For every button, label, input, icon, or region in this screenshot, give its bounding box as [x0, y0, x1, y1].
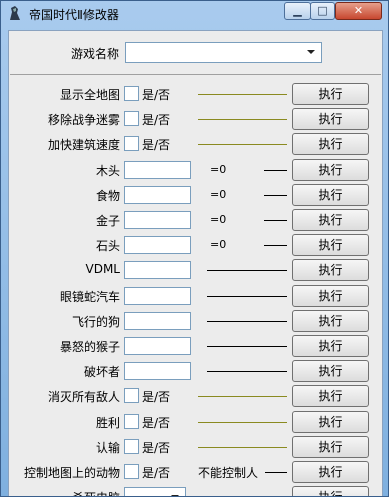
- execute-button[interactable]: 执行: [292, 410, 369, 433]
- separator-line: [207, 346, 287, 347]
- execute-button[interactable]: 执行: [292, 83, 369, 105]
- execute-button[interactable]: 执行: [292, 435, 369, 458]
- separator-line: [264, 245, 287, 247]
- row-label: 飞行的狗: [71, 314, 120, 329]
- checkbox-label: 是/否: [142, 466, 171, 480]
- app-window: 帝国时代Ⅱ修改器 ▁ □ ✕ 游戏名称 显示全地图 是/否 执行 移除战争迷雾 是/否执…: [0, 0, 389, 497]
- row-label: 金子: [95, 214, 120, 228]
- app-icon: [10, 6, 20, 20]
- checkbox-label: 是/否: [142, 113, 171, 128]
- value-input[interactable]: [124, 311, 191, 330]
- row-label: 显示全地图: [59, 88, 120, 102]
- execute-button[interactable]: 执行: [292, 133, 369, 156]
- row-label: 移除战争迷雾: [47, 113, 120, 128]
- row-label: 加快建筑速度: [47, 138, 120, 153]
- execute-button[interactable]: 执行: [292, 158, 369, 181]
- value-readout: =0: [210, 238, 227, 252]
- separator-line: [264, 169, 287, 171]
- execute-button[interactable]: 执行: [292, 360, 369, 383]
- row-label: 石头: [95, 239, 120, 254]
- window-title: 帝国时代Ⅱ修改器: [29, 8, 119, 22]
- value-input[interactable]: [124, 236, 191, 255]
- chevron-down-icon[interactable]: [307, 50, 315, 54]
- value-readout: =0: [210, 213, 227, 226]
- row-label: 木头: [95, 163, 120, 178]
- separator-line: [207, 320, 287, 322]
- execute-button[interactable]: 执行: [292, 183, 369, 206]
- execute-button[interactable]: 执行: [292, 234, 369, 257]
- checkbox[interactable]: [124, 136, 139, 152]
- checkbox-label: 是/否: [142, 88, 171, 102]
- value-input[interactable]: [124, 286, 191, 305]
- row-label: 认输: [95, 440, 120, 455]
- execute-button[interactable]: 执行: [292, 461, 369, 483]
- client-area: 游戏名称 显示全地图 是/否 执行 移除战争迷雾 是/否 执行 加快建筑速度 是/否 执行 木头 =…: [8, 30, 383, 496]
- row-label: 破坏者: [83, 365, 120, 380]
- execute-button[interactable]: 执行: [292, 284, 369, 307]
- row-label: 暴怒的猴子: [59, 340, 120, 354]
- minimize-button[interactable]: ▁: [284, 2, 311, 20]
- row-label: VDML: [85, 262, 121, 277]
- divider: [10, 74, 381, 75]
- game-name-combobox[interactable]: [125, 42, 322, 63]
- row-label: 食物: [95, 188, 120, 203]
- value-input[interactable]: [124, 261, 191, 280]
- value-input[interactable]: [124, 362, 191, 381]
- row-label: 控制地图上的动物: [23, 466, 120, 480]
- checkbox[interactable]: [124, 464, 139, 479]
- checkbox[interactable]: [124, 413, 139, 429]
- separator-line: [265, 472, 287, 473]
- title-bar[interactable]: 帝国时代Ⅱ修改器 ▁ □ ✕: [1, 1, 388, 27]
- row-note: 不能控制人: [198, 466, 259, 480]
- execute-button[interactable]: 执行: [292, 259, 369, 282]
- checkbox-label: 是/否: [142, 138, 171, 153]
- game-name-label: 游戏名称: [70, 47, 119, 61]
- row-label: 杀死电脑: [9, 489, 120, 496]
- row-label: 消灭所有敌人: [47, 390, 120, 405]
- separator-line: [207, 270, 287, 272]
- execute-button[interactable]: 执行: [292, 209, 369, 231]
- separator-line: [264, 220, 287, 221]
- row-label: 眼镜蛇汽车: [59, 289, 120, 304]
- value-input[interactable]: [124, 211, 191, 229]
- checkbox[interactable]: [124, 438, 139, 454]
- execute-button[interactable]: 执行: [292, 335, 369, 357]
- separator-line: [198, 396, 287, 398]
- checkbox-label: 是/否: [142, 440, 171, 455]
- value-readout: =0: [210, 162, 227, 176]
- separator-line: [198, 94, 287, 95]
- row-label: 胜利: [95, 415, 120, 430]
- execute-button[interactable]: 执行: [292, 108, 369, 131]
- separator-line: [207, 295, 287, 297]
- execute-button[interactable]: 执行: [292, 385, 369, 408]
- separator-line: [198, 421, 287, 423]
- checkbox[interactable]: [124, 111, 139, 127]
- value-readout: =0: [210, 187, 227, 201]
- value-input[interactable]: [124, 185, 191, 204]
- value-input[interactable]: [124, 337, 191, 355]
- separator-line: [198, 119, 287, 121]
- value-input[interactable]: [124, 160, 191, 179]
- close-button[interactable]: ✕: [335, 2, 382, 20]
- execute-button[interactable]: 执行: [292, 309, 369, 332]
- separator-line: [198, 446, 287, 448]
- checkbox-label: 是/否: [142, 415, 171, 430]
- separator-line: [207, 371, 287, 373]
- maximize-button[interactable]: □: [310, 2, 335, 20]
- select-dropdown[interactable]: [124, 487, 186, 496]
- checkbox-label: 是/否: [142, 390, 171, 405]
- execute-button[interactable]: 执行: [292, 486, 369, 496]
- checkbox[interactable]: [124, 388, 139, 404]
- separator-line: [198, 144, 287, 146]
- checkbox[interactable]: [124, 86, 139, 101]
- separator-line: [264, 194, 287, 196]
